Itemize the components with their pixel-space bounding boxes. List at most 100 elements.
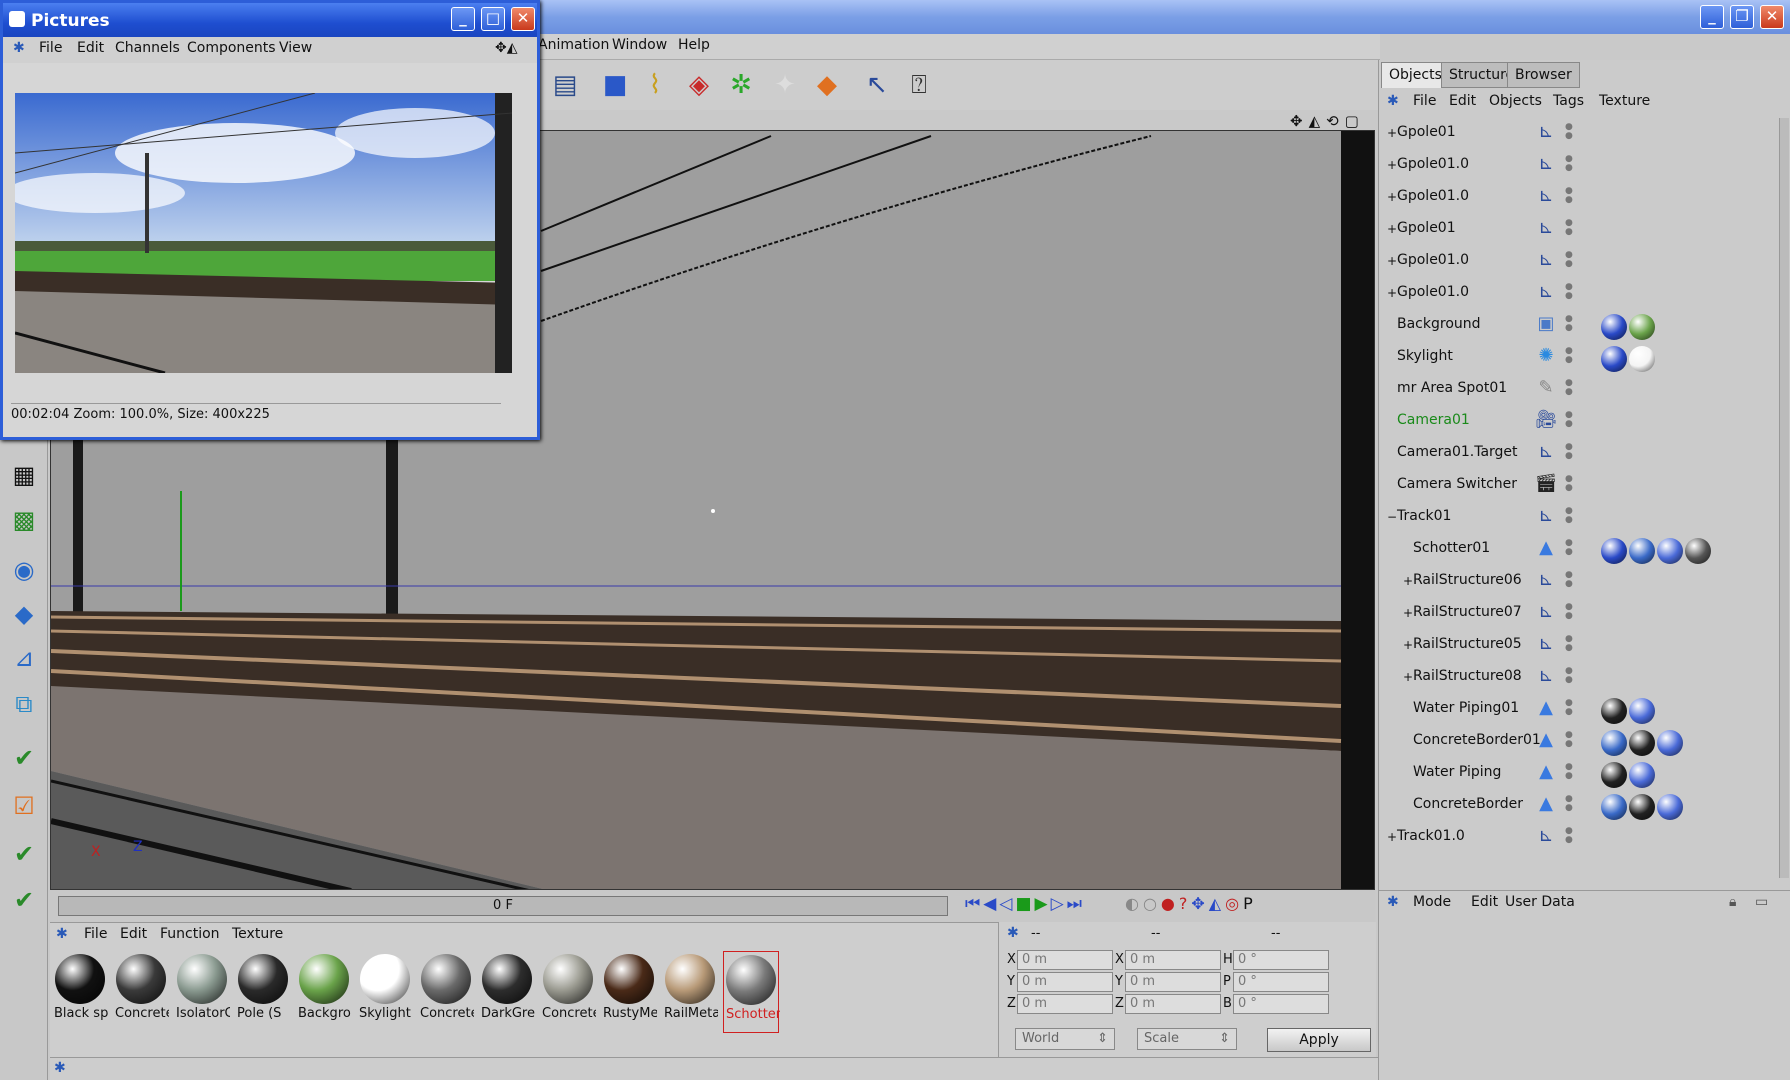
object-name[interactable]: Background	[1397, 316, 1481, 332]
object-name[interactable]: Gpole01	[1397, 124, 1456, 140]
object-row[interactable]: Schotter01 ▲ ● ●	[1383, 534, 1773, 566]
visibility-dots-icon[interactable]: ● ●	[1565, 123, 1573, 143]
visibility-dots-icon[interactable]: ● ●	[1565, 699, 1573, 719]
environment-icon[interactable]: ◆	[808, 66, 846, 104]
coord-field[interactable]: 0 °	[1233, 972, 1329, 992]
mat-menu-edit[interactable]: Edit	[120, 926, 147, 942]
material-swatch[interactable]: Backgro	[296, 951, 352, 1033]
tag-material-dark-icon[interactable]	[1601, 698, 1627, 724]
obj-menu-file[interactable]: File	[1413, 93, 1436, 109]
object-name[interactable]: Skylight	[1397, 348, 1453, 364]
object-row[interactable]: + Track01.0 ⊾ ● ●	[1383, 822, 1773, 854]
object-name[interactable]: Gpole01.0	[1397, 188, 1469, 204]
pic-close-button[interactable]: ✕	[511, 7, 535, 31]
snap-icon[interactable]: ⧉	[4, 684, 44, 724]
object-row[interactable]: + Gpole01 ⊾ ● ●	[1383, 214, 1773, 246]
visibility-dots-icon[interactable]: ● ●	[1565, 507, 1573, 527]
obj-pin-icon[interactable]: ✱	[1387, 93, 1399, 109]
object-row[interactable]: + Gpole01.0 ⊾ ● ●	[1383, 182, 1773, 214]
playback-controls[interactable]: ⏮◀◁■▶▷⏭	[965, 894, 1085, 914]
coord-field[interactable]: 0 m	[1017, 972, 1113, 992]
obj-menu-tags[interactable]: Tags	[1553, 93, 1584, 109]
close-button[interactable]: ✕	[1760, 5, 1784, 29]
visibility-dots-icon[interactable]: ● ●	[1565, 443, 1573, 463]
visibility-dots-icon[interactable]: ● ●	[1565, 731, 1573, 751]
object-row[interactable]: Camera01.Target ⊾ ● ●	[1383, 438, 1773, 470]
visibility-dots-icon[interactable]: ● ●	[1565, 827, 1573, 847]
object-row[interactable]: + Gpole01.0 ⊾ ● ●	[1383, 150, 1773, 182]
object-name[interactable]: Schotter01	[1413, 540, 1490, 556]
tag-material-dark-icon[interactable]	[1601, 762, 1627, 788]
object-name[interactable]: RailStructure08	[1413, 668, 1522, 684]
attr-pin-icon[interactable]: ✱	[1387, 894, 1399, 910]
tag-phong-icon[interactable]	[1657, 794, 1683, 820]
object-row[interactable]: ConcreteBorder01 ▲ ● ●	[1383, 726, 1773, 758]
tag-uvw-icon[interactable]	[1629, 538, 1655, 564]
tag-phong-icon[interactable]	[1629, 698, 1655, 724]
menu-window[interactable]: Window	[612, 37, 667, 53]
mat-menu-texture[interactable]: Texture	[232, 926, 283, 942]
tag-compositing-icon[interactable]	[1601, 346, 1627, 372]
spline-tool-icon[interactable]: ⌇	[636, 66, 674, 104]
select-help-icon[interactable]: ↖	[858, 66, 896, 104]
material-swatch[interactable]: Concrete	[113, 951, 169, 1033]
deformer-icon[interactable]: ✲	[722, 66, 760, 104]
pic-menu-components[interactable]: Components	[187, 40, 276, 56]
pic-nav-icon[interactable]: ✥◭	[495, 40, 518, 56]
visibility-dots-icon[interactable]: ● ●	[1565, 411, 1573, 431]
object-row[interactable]: Water Piping01 ▲ ● ●	[1383, 694, 1773, 726]
object-name[interactable]: Gpole01.0	[1397, 284, 1469, 300]
object-name[interactable]: RailStructure06	[1413, 572, 1522, 588]
material-swatch[interactable]: DarkGre	[479, 951, 535, 1033]
object-name[interactable]: Gpole01.0	[1397, 252, 1469, 268]
coord-field[interactable]: 0 m	[1125, 994, 1221, 1014]
object-name[interactable]: mr Area Spot01	[1397, 380, 1507, 396]
object-name[interactable]: Track01.0	[1397, 828, 1465, 844]
object-row[interactable]: Camera Switcher 🎬︎ ● ●	[1383, 470, 1773, 502]
coord-field[interactable]: 0 m	[1125, 972, 1221, 992]
object-mode-icon[interactable]: ◉	[4, 550, 44, 590]
nurbs-icon[interactable]: ◈	[680, 66, 718, 104]
object-name[interactable]: Gpole01.0	[1397, 156, 1469, 172]
object-row[interactable]: + RailStructure05 ⊾ ● ●	[1383, 630, 1773, 662]
pic-maximize-button[interactable]: □	[481, 7, 505, 31]
material-swatch[interactable]: Skylight	[357, 951, 413, 1033]
coord-field[interactable]: 0 °	[1233, 950, 1329, 970]
material-swatch[interactable]: Concrete	[540, 951, 596, 1033]
material-swatch[interactable]: IsolatorG	[174, 951, 230, 1033]
visibility-dots-icon[interactable]: ● ●	[1565, 571, 1573, 591]
object-name[interactable]: Water Piping	[1413, 764, 1501, 780]
tag-phong-icon[interactable]	[1657, 730, 1683, 756]
mat-menu-file[interactable]: File	[84, 926, 107, 942]
visibility-dots-icon[interactable]: ● ●	[1565, 539, 1573, 559]
apply-button[interactable]: Apply	[1267, 1028, 1371, 1052]
picture-viewer-window[interactable]: Pictures _ □ ✕ ✱ File Edit Channels Comp…	[0, 0, 540, 440]
visibility-dots-icon[interactable]: ● ●	[1565, 251, 1573, 271]
attr-menu-mode[interactable]: Mode	[1413, 894, 1451, 910]
object-row[interactable]: + RailStructure07 ⊾ ● ●	[1383, 598, 1773, 630]
object-name[interactable]: Water Piping01	[1413, 700, 1519, 716]
object-row[interactable]: + Gpole01.0 ⊾ ● ●	[1383, 278, 1773, 310]
obj-menu-objects[interactable]: Objects	[1489, 93, 1542, 109]
object-row[interactable]: mr Area Spot01 ✎ ● ●	[1383, 374, 1773, 406]
render-settings-icon[interactable]: ▤	[546, 66, 584, 104]
object-name[interactable]: Camera Switcher	[1397, 476, 1517, 492]
minimize-button[interactable]: _	[1700, 5, 1724, 29]
viewport-nav-icons[interactable]: ✥◭⟲▢	[1290, 112, 1380, 130]
lock-icon[interactable]: 🔒︎	[1729, 894, 1736, 910]
visibility-dots-icon[interactable]: ● ●	[1565, 347, 1573, 367]
new-window-icon[interactable]: ▭	[1755, 894, 1768, 910]
pin-icon[interactable]: ✱	[13, 40, 25, 56]
record-controls[interactable]: ◐○●?✥◭◎P	[1125, 894, 1257, 913]
restore-button[interactable]: ❐	[1730, 5, 1754, 29]
object-row[interactable]: + RailStructure08 ⊾ ● ●	[1383, 662, 1773, 694]
tab-browser[interactable]: Browser	[1507, 62, 1580, 88]
tag-phong-icon[interactable]	[1629, 762, 1655, 788]
object-row[interactable]: − Track01 ⊾ ● ●	[1383, 502, 1773, 534]
attr-menu-edit[interactable]: Edit	[1471, 894, 1498, 910]
visibility-dots-icon[interactable]: ● ●	[1565, 603, 1573, 623]
pic-menu-channels[interactable]: Channels	[115, 40, 180, 56]
visibility-dots-icon[interactable]: ● ●	[1565, 219, 1573, 239]
object-name[interactable]: ConcreteBorder01	[1413, 732, 1541, 748]
material-swatch[interactable]: RustyMe	[601, 951, 657, 1033]
